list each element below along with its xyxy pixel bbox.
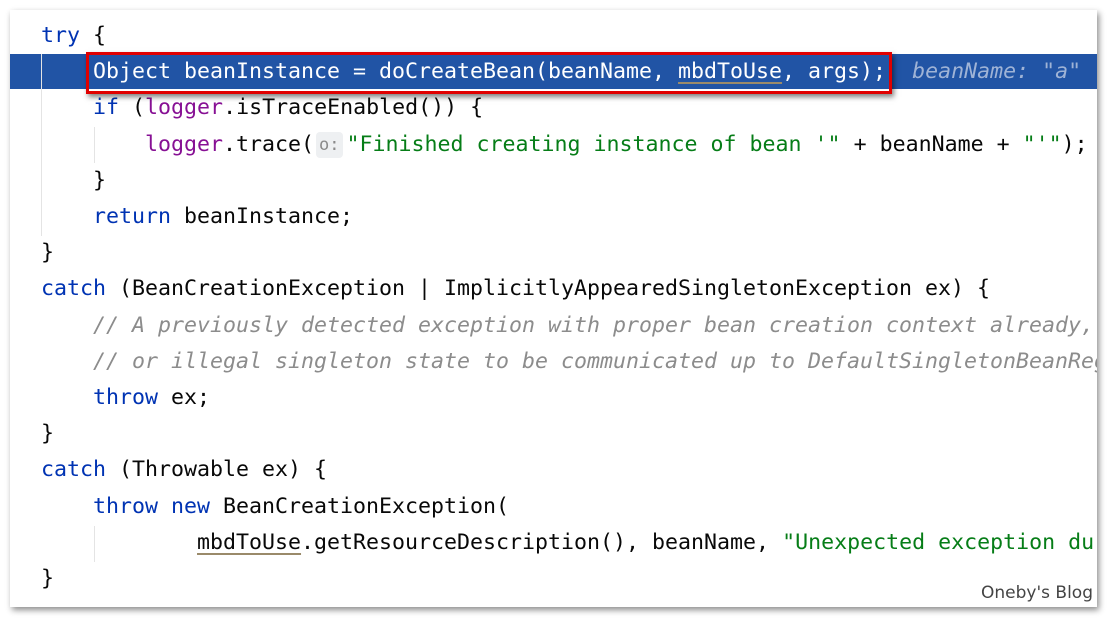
code-token: .trace(: [223, 131, 315, 157]
code-token: }: [41, 240, 55, 266]
code-line[interactable]: // or illegal singleton state to be comm…: [41, 344, 1097, 380]
parameter-hint: o:: [316, 131, 343, 158]
code-token: {: [80, 23, 107, 48]
code-line[interactable]: catch (Throwable ex) {: [41, 452, 327, 488]
code-token: }: [41, 421, 55, 447]
code-token: .getResourceDescription(), beanName,: [301, 529, 783, 555]
code-token: catch: [41, 457, 107, 483]
code-line[interactable]: }: [41, 235, 54, 271]
code-line[interactable]: if (logger.isTraceEnabled()) {: [41, 90, 483, 126]
code-token: throw new: [93, 493, 211, 519]
code-token: beanInstance;: [171, 204, 354, 229]
code-token: BeanCreationException(: [210, 493, 510, 519]
code-token: // or illegal singleton state to be comm…: [41, 348, 1097, 374]
code-token: "Finished creating instance of bean '": [346, 131, 841, 157]
code-token: }: [41, 167, 107, 193]
code-token: (Throwable ex) {: [106, 457, 328, 483]
code-line[interactable]: return beanInstance;: [41, 199, 353, 235]
code-token: }: [41, 566, 55, 591]
code-token: logger: [145, 131, 224, 157]
code-token: (BeanCreationException | ImplicitlyAppea…: [106, 276, 991, 302]
code-line[interactable]: throw ex;: [41, 380, 210, 416]
code-token: + beanName +: [840, 131, 1023, 157]
code-line[interactable]: catch (BeanCreationException | Implicitl…: [41, 271, 990, 307]
code-token: throw: [93, 385, 159, 410]
code-line[interactable]: try {: [41, 18, 106, 54]
code-token: );: [1061, 131, 1088, 157]
watermark: Oneby's Blog: [981, 583, 1093, 603]
code-token: (: [119, 95, 146, 121]
code-line[interactable]: throw new BeanCreationException(: [41, 489, 509, 525]
code-line[interactable]: }: [41, 561, 54, 597]
highlight-box: [86, 52, 892, 94]
code-line[interactable]: logger.trace(o: "Finished creating instan…: [41, 127, 1088, 163]
code-token: ex;: [158, 385, 211, 410]
code-token: "Unexpected exception during bean creati…: [782, 529, 1097, 555]
code-editor: try { Object beanInstance = doCreateBean…: [10, 10, 1097, 607]
debug-value-hint: beanName: "a": [886, 59, 1082, 85]
code-token: logger: [145, 95, 224, 121]
code-token: try: [41, 23, 81, 48]
code-token: mbdToUse: [197, 529, 302, 555]
code-token: "'": [1022, 131, 1062, 157]
code-token: if: [93, 95, 120, 121]
code-line[interactable]: mbdToUse.getResourceDescription(), beanN…: [41, 525, 1097, 561]
code-line[interactable]: }: [41, 416, 54, 452]
code-token: catch: [41, 276, 107, 302]
code-token: return: [93, 204, 172, 229]
code-token: // A previously detected exception with …: [41, 312, 1097, 338]
code-token: .isTraceEnabled()) {: [223, 95, 484, 121]
code-line[interactable]: }: [41, 163, 106, 199]
code-line[interactable]: // A previously detected exception with …: [41, 308, 1097, 344]
